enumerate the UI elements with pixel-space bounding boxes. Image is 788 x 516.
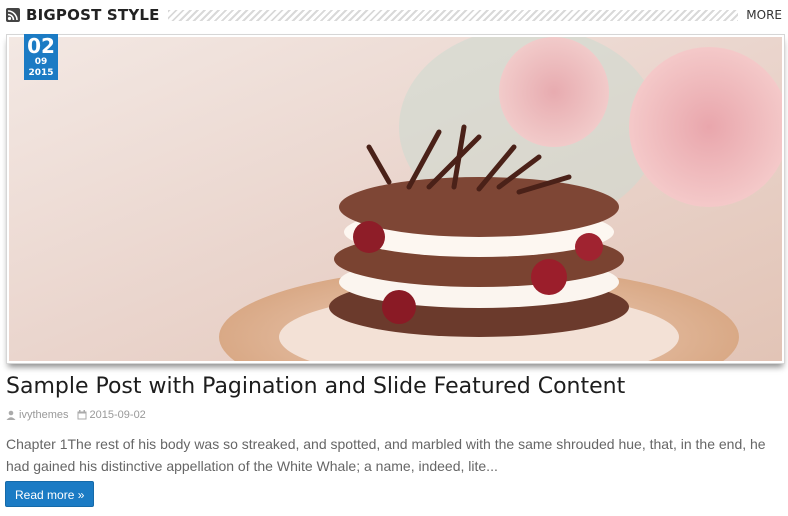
date-badge-month: 09 (34, 57, 48, 67)
more-link[interactable]: MORE (746, 8, 782, 22)
date-badge: 02 09 2015 (24, 34, 58, 80)
header-divider (167, 9, 739, 21)
calendar-icon (77, 410, 87, 420)
section-header: BIGPOST STYLE MORE (6, 4, 782, 26)
section-title: BIGPOST STYLE (26, 6, 160, 24)
rss-icon (6, 8, 20, 22)
post-date: 2015-09-02 (89, 409, 146, 421)
post-excerpt: Chapter 1The rest of his body was so str… (6, 436, 766, 474)
date-badge-day: 02 (27, 34, 55, 58)
user-icon (6, 410, 16, 420)
featured-image[interactable] (9, 37, 782, 361)
date-badge-year: 2015 (28, 68, 54, 78)
post-title[interactable]: Sample Post with Pagination and Slide Fe… (6, 374, 625, 399)
post-meta: ivythemes 2015-09-02 (6, 409, 154, 421)
featured-image-frame[interactable] (6, 34, 785, 364)
post-author[interactable]: ivythemes (19, 409, 69, 421)
read-more-button[interactable]: Read more » (5, 481, 95, 507)
